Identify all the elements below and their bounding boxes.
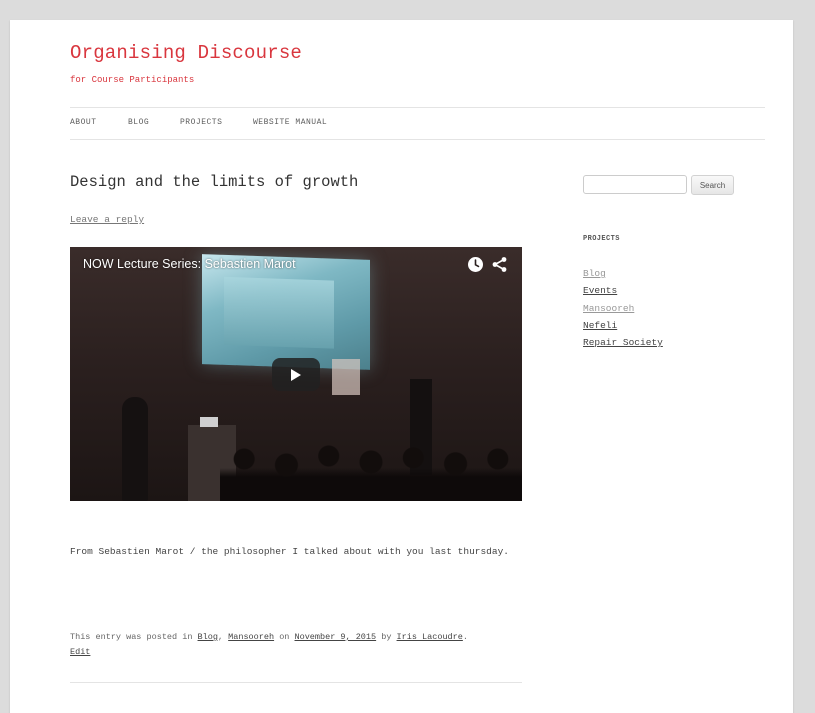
list-item: Repair Society (583, 334, 663, 351)
share-icon[interactable] (491, 256, 508, 273)
post-meta-period: . (462, 632, 468, 642)
list-item: Mansooreh (583, 300, 663, 317)
project-link-repair-society[interactable]: Repair Society (583, 337, 663, 348)
projects-widget-title: PROJECTS (583, 235, 620, 243)
post-body-text: From Sebastien Marot / the philosopher I… (70, 546, 509, 557)
search-button[interactable]: Search (691, 175, 734, 195)
post-date-link[interactable]: November 9, 2015 (295, 632, 377, 642)
post-divider (70, 682, 522, 683)
video-projection-screen (202, 254, 370, 370)
nav-divider (70, 139, 765, 140)
page-container: Organising Discourse for Course Particip… (10, 20, 793, 713)
author-link[interactable]: Iris Lacoudre (397, 632, 463, 642)
project-link-events[interactable]: Events (583, 285, 617, 296)
post-meta: This entry was posted in Blog, Mansooreh… (70, 630, 530, 660)
post-meta-on: on (279, 632, 290, 642)
site-tagline: for Course Participants (70, 75, 195, 85)
site-title[interactable]: Organising Discourse (70, 42, 302, 64)
list-item: Blog (583, 265, 663, 282)
video-scene-speaker (122, 397, 148, 501)
video-title[interactable]: NOW Lecture Series: Sebastien Marot (83, 257, 296, 271)
video-scene-laptop (200, 417, 218, 427)
list-item: Nefeli (583, 317, 663, 334)
video-scene-audience (220, 441, 522, 501)
post-title[interactable]: Design and the limits of growth (70, 173, 358, 191)
video-embed[interactable]: NOW Lecture Series: Sebastien Marot (70, 247, 522, 501)
header-divider (70, 107, 765, 108)
leave-reply-link[interactable]: Leave a reply (70, 214, 144, 225)
watch-later-icon[interactable] (467, 256, 484, 273)
post-meta-separator: , (217, 632, 224, 642)
project-link-nefeli[interactable]: Nefeli (583, 320, 617, 331)
post-meta-prefix: This entry was posted in (70, 632, 193, 642)
nav-item-blog[interactable]: BLOG (128, 118, 180, 127)
play-icon (291, 369, 301, 381)
search-input[interactable] (583, 175, 687, 194)
list-item: Events (583, 282, 663, 299)
nav-item-about[interactable]: ABOUT (70, 118, 128, 127)
post-meta-by: by (381, 632, 392, 642)
main-nav: ABOUT BLOG PROJECTS WEBSITE MANUAL (70, 118, 327, 127)
play-button[interactable] (272, 358, 320, 391)
project-link-mansooreh[interactable]: Mansooreh (583, 303, 634, 314)
nav-item-projects[interactable]: PROJECTS (180, 118, 253, 127)
category-link-mansooreh[interactable]: Mansooreh (228, 632, 274, 642)
nav-item-website-manual[interactable]: WEBSITE MANUAL (253, 118, 327, 127)
projects-list: Blog Events Mansooreh Nefeli Repair Soci… (583, 265, 663, 351)
video-scene-light (332, 359, 360, 395)
category-link-blog[interactable]: Blog (198, 632, 218, 642)
edit-link[interactable]: Edit (70, 645, 90, 660)
project-link-blog[interactable]: Blog (583, 268, 606, 279)
